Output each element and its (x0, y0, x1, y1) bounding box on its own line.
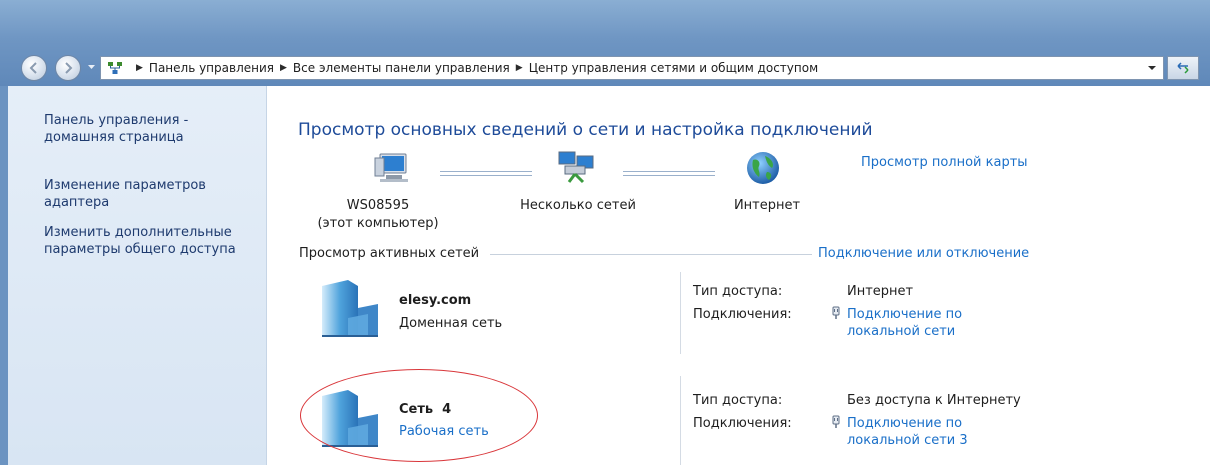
connection-link[interactable]: Подключение по локальной сети 3 (847, 415, 1007, 449)
section-divider (490, 254, 812, 255)
highlight-ellipse (300, 369, 538, 462)
breadcrumb-all-items[interactable]: Все элементы панели управления (293, 61, 510, 75)
map-internet-label: Интернет (733, 198, 801, 213)
network-divider (680, 376, 681, 465)
chevron-down-icon[interactable] (1147, 63, 1157, 73)
ethernet-plug-icon (832, 415, 840, 428)
refresh-icon (1177, 62, 1189, 74)
window-frame-edge (0, 86, 8, 465)
breadcrumb-network-center[interactable]: Центр управления сетями и общим доступом (529, 61, 818, 75)
connections-label: Подключения: (693, 307, 792, 322)
access-type-value: Без доступа к Интернету (847, 393, 1021, 408)
map-multiple-networks-label: Несколько сетей (520, 198, 636, 213)
breadcrumb-separator: ▶ (280, 63, 287, 73)
active-networks-heading: Просмотр активных сетей (299, 246, 480, 261)
map-connection-line (623, 171, 715, 176)
network-name: elesy.com (399, 293, 472, 308)
page-title: Просмотр основных сведений о сети и наст… (298, 120, 873, 140)
multiple-networks-icon (555, 150, 597, 186)
network-divider (680, 272, 681, 354)
network-type: Доменная сеть (399, 316, 503, 331)
domain-network-icon (318, 278, 382, 340)
computer-icon (374, 152, 410, 184)
breadcrumb-control-panel[interactable]: Панель управления (149, 61, 274, 75)
back-arrow-icon (29, 62, 37, 74)
breadcrumb-separator: ▶ (515, 63, 523, 73)
access-type-value: Интернет (847, 284, 914, 299)
connect-disconnect-link[interactable]: Подключение или отключение (818, 246, 1029, 261)
sidebar-item-advanced-sharing[interactable]: Изменить дополнительные параметры общего… (44, 224, 254, 258)
recent-pages-chevron-down-icon[interactable] (87, 62, 96, 72)
access-type-label: Тип доступа: (693, 393, 783, 408)
map-computer-name: WS08595 (346, 198, 410, 213)
sidebar-item-control-panel-home[interactable]: Панель управления - домашняя страница (44, 112, 254, 146)
map-connection-line (440, 171, 532, 176)
view-full-map-link[interactable]: Просмотр полной карты (861, 155, 1028, 170)
network-center-icon (106, 59, 124, 77)
internet-globe-icon (745, 150, 781, 186)
connections-label: Подключения: (693, 416, 792, 431)
connection-link[interactable]: Подключение по локальной сети (847, 306, 1007, 340)
breadcrumb-separator: ▶ (136, 63, 143, 73)
forward-arrow-icon (65, 62, 73, 74)
address-bar[interactable]: ▶ Панель управления ▶ Все элементы панел… (100, 56, 1164, 80)
forward-button[interactable] (55, 55, 81, 81)
refresh-button[interactable] (1167, 56, 1199, 80)
map-computer-note: (этот компьютер) (317, 216, 439, 231)
ethernet-plug-icon (832, 306, 840, 319)
back-button[interactable] (21, 55, 47, 81)
access-type-label: Тип доступа: (693, 284, 783, 299)
sidebar-item-adapter-settings[interactable]: Изменение параметров адаптера (44, 177, 254, 211)
